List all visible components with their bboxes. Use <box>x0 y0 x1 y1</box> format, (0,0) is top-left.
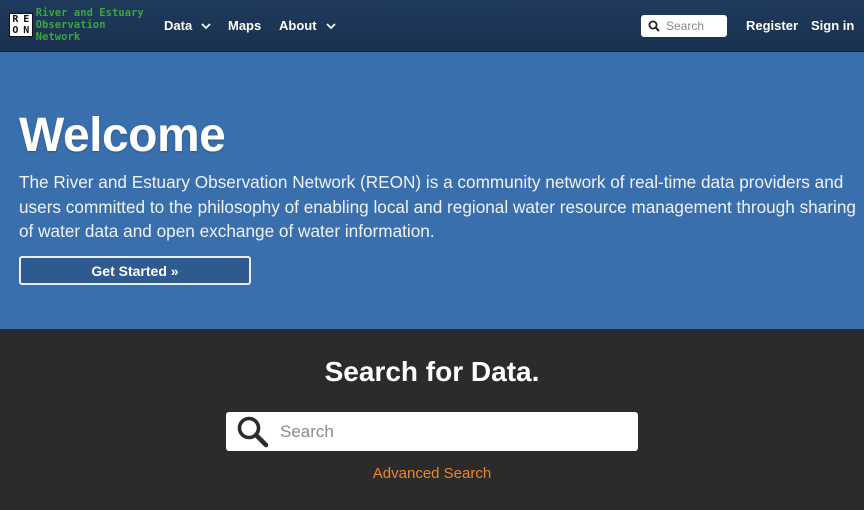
search-section: Search for Data. Advanced Search <box>0 329 864 510</box>
nav-data-label: Data <box>164 18 193 33</box>
hero-section: Welcome The River and Estuary Observatio… <box>0 52 864 329</box>
nav-maps-label: Maps <box>228 18 262 33</box>
hero-description: The River and Estuary Observation Networ… <box>19 172 856 241</box>
chevron-down-icon <box>325 22 336 29</box>
logo-letter: N <box>23 25 30 36</box>
reon-logo[interactable]: R E O N River and Estuary Observation Ne… <box>9 7 155 43</box>
nav-about-dropdown[interactable]: About <box>279 18 337 33</box>
data-search-input[interactable] <box>280 421 620 442</box>
search-section-title: Search for Data. <box>324 356 540 387</box>
chevron-down-icon <box>201 22 211 29</box>
nav-data-dropdown[interactable]: Data <box>164 18 212 33</box>
search-icon <box>648 20 660 32</box>
nav-about-label: About <box>279 18 317 33</box>
signin-link[interactable]: Sign in <box>811 18 854 33</box>
logo-letter: O <box>12 25 19 36</box>
register-link[interactable]: Register <box>746 18 798 33</box>
nav-search-input[interactable] <box>666 19 726 33</box>
logo-line-2: Observation Network <box>35 19 106 43</box>
search-icon <box>237 416 269 447</box>
nav-maps-link[interactable]: Maps <box>228 18 261 33</box>
nav-search-box[interactable] <box>641 15 727 37</box>
logo-letter: R <box>12 14 19 25</box>
logo-mark: R E O N <box>9 13 33 37</box>
logo-wordmark: River and Estuary Observation Network <box>36 7 155 43</box>
advanced-search-link[interactable]: Advanced Search <box>0 465 864 482</box>
data-search-box[interactable] <box>226 412 638 451</box>
get-started-button[interactable]: Get Started » <box>19 256 251 285</box>
logo-line-1: River and Estuary <box>35 7 144 19</box>
top-navbar: R E O N River and Estuary Observation Ne… <box>0 0 864 52</box>
logo-letter: E <box>23 14 30 25</box>
hero-title: Welcome <box>19 109 226 162</box>
